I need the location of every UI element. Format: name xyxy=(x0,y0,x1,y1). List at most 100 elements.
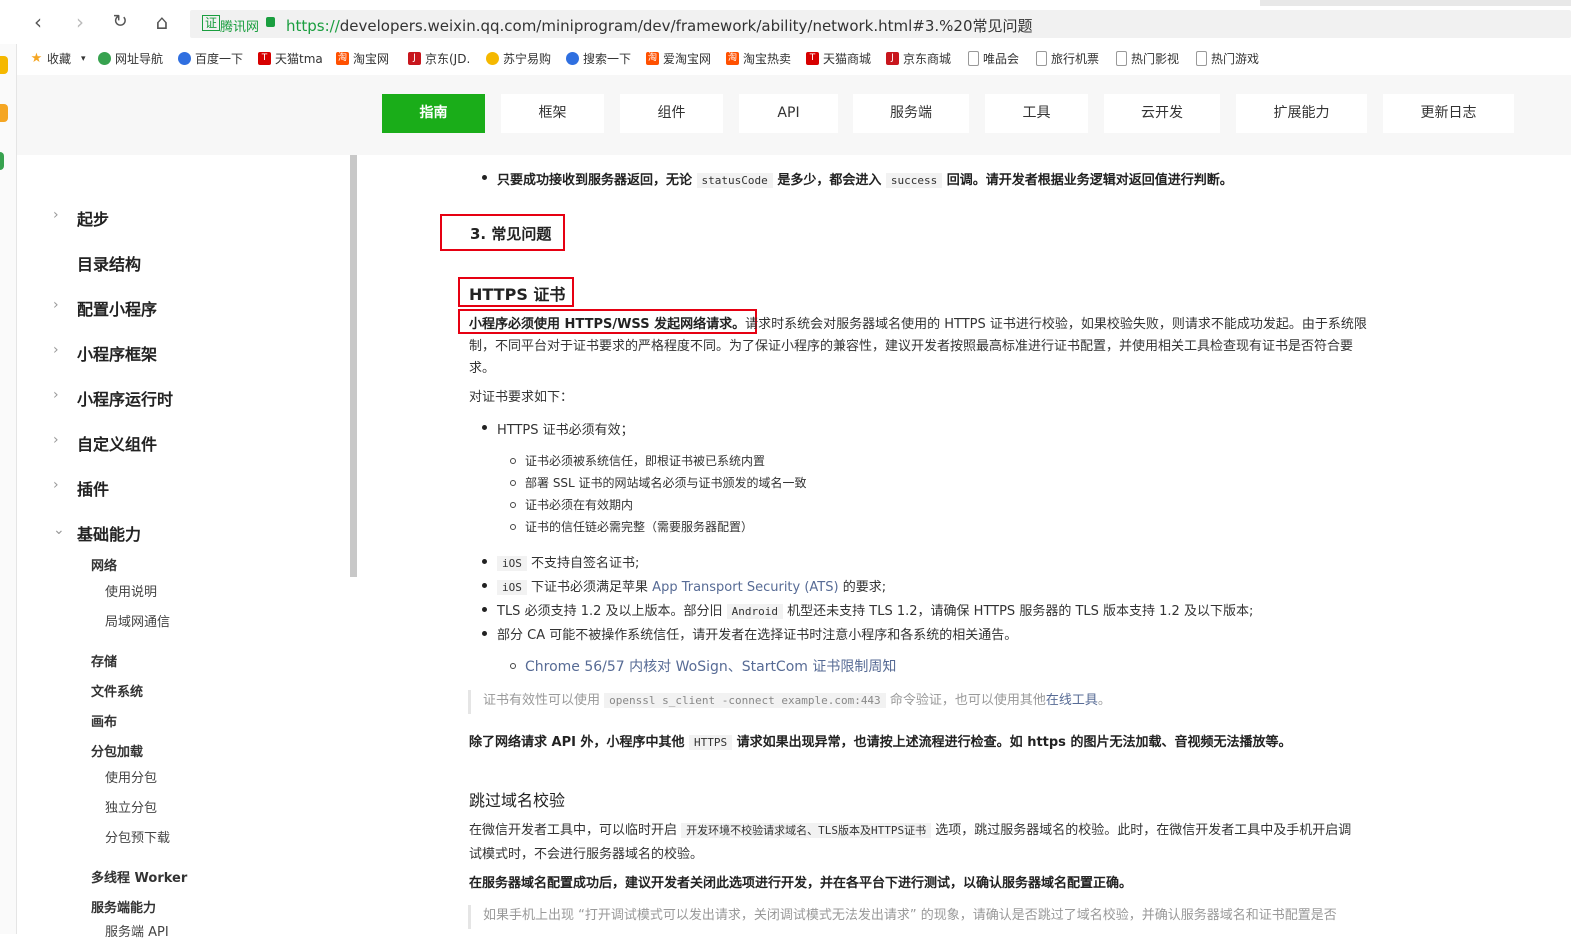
nav-server[interactable]: 服务端 xyxy=(853,94,969,133)
star-icon: ★ xyxy=(30,51,43,66)
cert-requirements-label: 对证书要求如下： xyxy=(469,390,574,405)
side-app-icon[interactable] xyxy=(0,56,8,74)
paw-icon xyxy=(178,52,191,65)
side-app-icon[interactable] xyxy=(0,152,4,170)
bookmark-item[interactable]: 旅行机票 xyxy=(1036,50,1099,67)
sidebar-scrollbar[interactable] xyxy=(350,155,357,577)
bookmark-item[interactable]: T 天猫tma xyxy=(258,50,323,67)
ats-link[interactable]: App Transport Security (ATS) xyxy=(652,580,838,595)
nav-tools[interactable]: 工具 xyxy=(985,94,1088,133)
home-icon[interactable]: ⌂ xyxy=(150,10,174,34)
bookmark-item[interactable]: 搜索一下 xyxy=(566,50,631,67)
bookmark-item[interactable]: 淘淘宝网 xyxy=(336,50,389,67)
sub-bullet xyxy=(510,502,516,508)
sidebar-item-custom-components[interactable]: 自定义组件 xyxy=(77,431,157,455)
sidebar-item-server-ability[interactable]: 服务端能力 xyxy=(91,897,156,916)
req-sub-3: 证书必须在有效期内 xyxy=(525,498,634,512)
sidebar-item-subpackage[interactable]: 分包加载 xyxy=(91,741,143,760)
cert-check-quote: 证书有效性可以使用 openssl s_client -connect exam… xyxy=(468,690,1111,714)
bookmark-item[interactable]: J 京东商城 xyxy=(886,50,951,67)
nav-cloud[interactable]: 云开发 xyxy=(1104,94,1220,133)
bookmark-item[interactable]: 淘爱淘宝网 xyxy=(646,50,711,67)
req-sub-4: 证书的信任链必需完整（需要服务器配置） xyxy=(525,520,754,534)
jd-icon: J xyxy=(886,52,899,65)
chevron-down-icon[interactable]: ⌄ xyxy=(53,522,65,538)
page-icon xyxy=(1196,51,1207,66)
bookmark-item[interactable]: 唯品会 xyxy=(968,50,1019,67)
paragraph-1: 小程序必须使用 HTTPS/WSS 发起网络请求。请求时系统会对服务器域名使用的… xyxy=(469,317,1367,332)
bookmark-item[interactable]: 百度一下 xyxy=(178,50,243,67)
nav-changelog[interactable]: 更新日志 xyxy=(1383,94,1514,133)
chevron-right-icon[interactable]: › xyxy=(53,387,59,403)
nav-guide[interactable]: 指南 xyxy=(382,94,485,133)
top-note: 只要成功接收到服务器返回，无论 statusCode 是多少，都会进入 succ… xyxy=(497,173,1233,188)
chrome-wosign-link[interactable]: Chrome 56/57 内核对 WoSign、StartCom 证书限制周知 xyxy=(525,656,896,676)
bookmark-item[interactable]: 苏宁易购 xyxy=(486,50,551,67)
https-cert-title: HTTPS 证书 xyxy=(469,285,566,304)
reload-icon[interactable]: ↻ xyxy=(108,10,132,34)
sidebar-item-runtime[interactable]: 小程序运行时 xyxy=(77,386,173,410)
req-ios-selfsigned: iOS 不支持自签名证书; xyxy=(497,552,639,571)
bookmark-item[interactable]: ★ 收藏 ▾ xyxy=(30,50,86,67)
paragraph-2: 除了网络请求 API 外，小程序中其他 HTTPS 请求如果出现异常，也请按上述… xyxy=(469,735,1292,750)
sidebar-item-structure[interactable]: 目录结构 xyxy=(77,251,141,275)
docs-top-nav: 指南 框架 组件 API 服务端 工具 云开发 扩展能力 更新日志 xyxy=(17,75,1571,155)
bookmark-item[interactable]: 网址导航 xyxy=(98,50,163,67)
sidebar-item-use-subpackage[interactable]: 使用分包 xyxy=(105,767,157,786)
paragraph-3: 在微信开发者工具中，可以临时开启 开发环境不校验请求域名、TLS版本及HTTPS… xyxy=(469,823,1352,838)
page-icon xyxy=(1116,51,1127,66)
bookmark-item[interactable]: T 天猫商城 xyxy=(806,50,871,67)
sidebar: › 起步 目录结构 › 配置小程序 › 小程序框架 › 小程序运行时 › 自定义… xyxy=(17,155,350,940)
suning-icon xyxy=(486,52,499,65)
sidebar-item-canvas[interactable]: 画布 xyxy=(91,711,117,730)
skip-domain-title: 跳过域名校验 xyxy=(469,791,566,810)
sidebar-item-basic-ability[interactable]: 基础能力 xyxy=(77,521,141,545)
online-tool-link[interactable]: 在线工具 xyxy=(1046,693,1098,708)
sidebar-item-preload-subpackage[interactable]: 分包预下载 xyxy=(105,827,170,846)
paragraph-1-line2: 制，不同平台对于证书要求的严格程度不同。为了保证小程序的兼容性，建议开发者按照最… xyxy=(469,339,1354,354)
nav-extensions[interactable]: 扩展能力 xyxy=(1236,94,1367,133)
chevron-right-icon[interactable]: › xyxy=(53,477,59,493)
side-app-icon[interactable] xyxy=(0,104,8,122)
chevron-right-icon[interactable]: › xyxy=(53,297,59,313)
sidebar-item-server-api[interactable]: 服务端 API xyxy=(105,921,169,940)
debug-quote: 如果手机上出现 “打开调试模式可以发出请求，关闭调试模式无法发出请求” 的现象，… xyxy=(468,905,1337,929)
chevron-right-icon[interactable]: › xyxy=(53,207,59,223)
sidebar-item-filesystem[interactable]: 文件系统 xyxy=(91,681,143,700)
browser-toolbar: ‹ › ↻ ⌂ 证 腾讯网 https://developers.weixin.… xyxy=(0,0,1571,44)
chevron-right-icon[interactable]: › xyxy=(53,432,59,448)
bookmark-item[interactable]: 热门游戏 xyxy=(1196,50,1259,67)
bullet xyxy=(482,175,487,180)
bookmark-item[interactable]: 热门影视 xyxy=(1116,50,1179,67)
nav-framework[interactable]: 框架 xyxy=(501,94,604,133)
sidebar-item-start[interactable]: 起步 xyxy=(77,206,109,230)
back-icon[interactable]: ‹ xyxy=(26,10,50,34)
sidebar-item-storage[interactable]: 存储 xyxy=(91,651,117,670)
nav-api[interactable]: API xyxy=(739,94,838,133)
sidebar-item-usage[interactable]: 使用说明 xyxy=(105,581,157,600)
sidebar-item-lan[interactable]: 局域网通信 xyxy=(105,611,170,630)
sub-bullet xyxy=(510,663,516,669)
url-text[interactable]: https://developers.weixin.qq.com/minipro… xyxy=(286,15,1033,36)
browser-side-strip xyxy=(0,44,17,934)
taobao-icon: 淘 xyxy=(646,52,659,65)
bookmark-item[interactable]: J 京东(JD. xyxy=(408,50,470,67)
chevron-right-icon[interactable]: › xyxy=(53,342,59,358)
paw-icon xyxy=(566,52,579,65)
bullet xyxy=(482,425,487,430)
forward-icon[interactable]: › xyxy=(68,10,92,34)
address-bar[interactable]: 证 腾讯网 https://developers.weixin.qq.com/m… xyxy=(190,10,1571,38)
sidebar-item-framework[interactable]: 小程序框架 xyxy=(77,341,157,365)
req-sub-1: 证书必须被系统信任，即根证书被已系统内置 xyxy=(525,454,766,468)
sidebar-item-config[interactable]: 配置小程序 xyxy=(77,296,157,320)
sidebar-item-network[interactable]: 网络 xyxy=(91,555,117,574)
sidebar-item-independent-subpackage[interactable]: 独立分包 xyxy=(105,797,157,816)
nav-components[interactable]: 组件 xyxy=(620,94,723,133)
bullet xyxy=(482,631,487,636)
bullet xyxy=(482,559,487,564)
tmall-icon: T xyxy=(258,52,271,65)
bookmark-item[interactable]: 淘淘宝热卖 xyxy=(726,50,791,67)
sidebar-item-worker[interactable]: 多线程 Worker xyxy=(91,867,187,886)
req-ios-ats: iOS 下证书必须满足苹果 App Transport Security (AT… xyxy=(497,576,886,595)
sidebar-item-plugins[interactable]: 插件 xyxy=(77,476,109,500)
